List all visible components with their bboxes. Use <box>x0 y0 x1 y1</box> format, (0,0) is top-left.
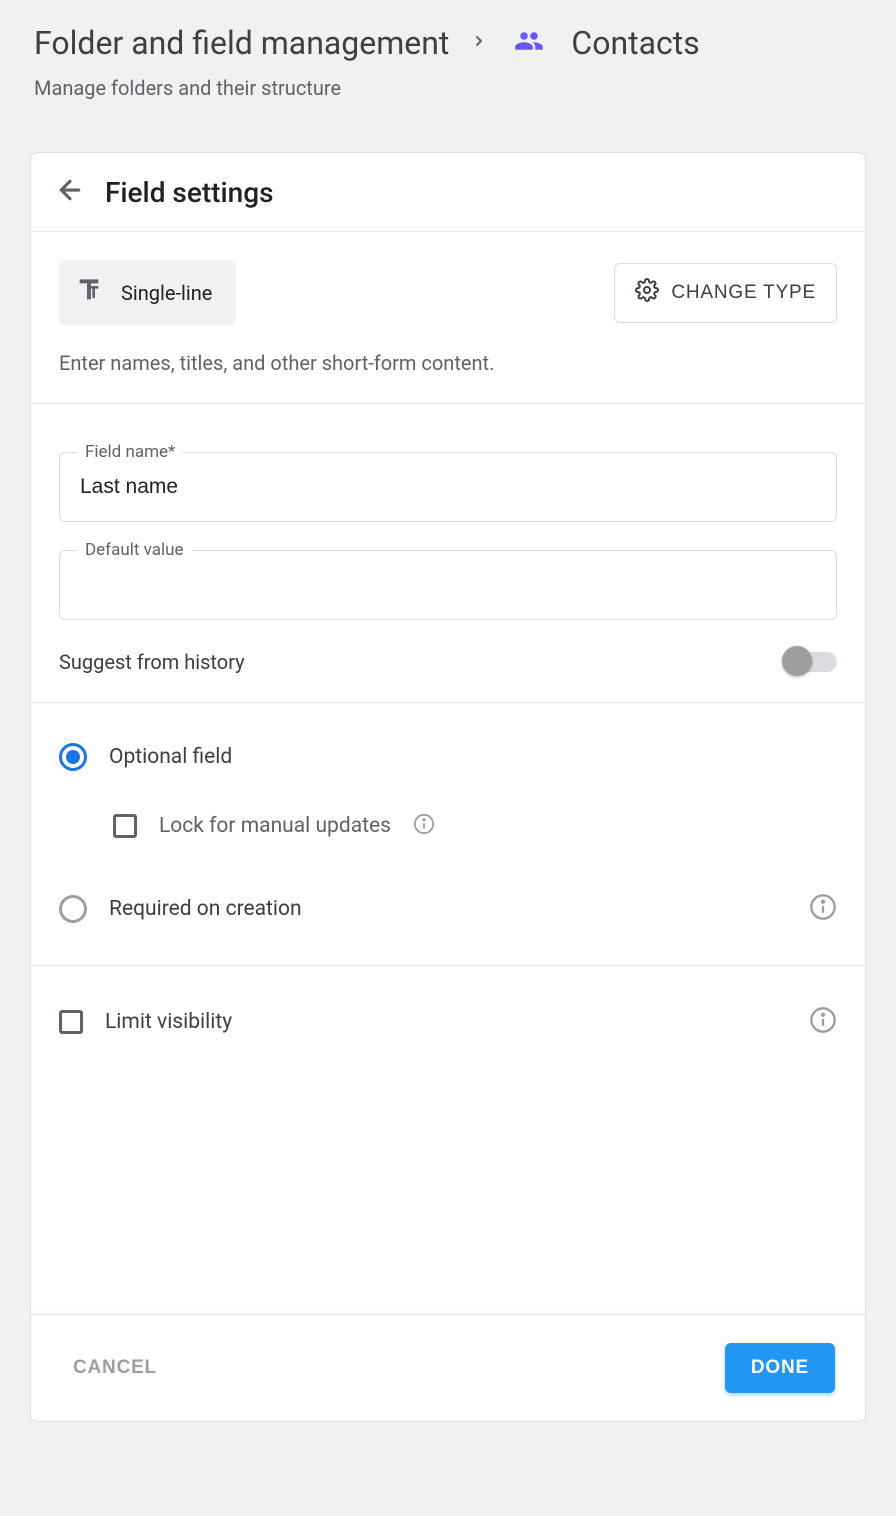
default-value-wrap: Default value <box>59 550 837 620</box>
required-on-creation-label: Required on creation <box>109 897 302 921</box>
default-value-input[interactable] <box>59 550 837 620</box>
optional-field-label: Optional field <box>109 745 232 769</box>
requirement-section: Optional field Lock for manual updates R… <box>31 703 865 966</box>
lock-updates-checkbox[interactable] <box>113 814 137 838</box>
lock-updates-row[interactable]: Lock for manual updates <box>113 801 837 851</box>
optional-field-radio[interactable] <box>59 743 87 771</box>
field-name-wrap: Field name* <box>59 452 837 522</box>
default-value-label: Default value <box>77 540 192 560</box>
back-button[interactable] <box>55 175 85 209</box>
panel-title: Field settings <box>105 176 274 209</box>
suggest-history-toggle[interactable] <box>785 652 837 672</box>
breadcrumb-root[interactable]: Folder and field management <box>34 24 449 62</box>
limit-visibility-row[interactable]: Limit visibility <box>59 994 837 1050</box>
lock-updates-label: Lock for manual updates <box>159 814 391 838</box>
breadcrumb-destination[interactable]: Contacts <box>571 24 699 62</box>
cancel-button[interactable]: CANCEL <box>73 1357 157 1379</box>
limit-visibility-checkbox[interactable] <box>59 1010 83 1034</box>
spacer <box>31 1078 865 1314</box>
form-section: Field name* Default value Suggest from h… <box>31 404 865 703</box>
field-type-label: Single-line <box>121 281 212 305</box>
required-on-creation-radio[interactable] <box>59 895 87 923</box>
type-section: Single-line CHANGE TYPE Enter names, tit… <box>31 232 865 404</box>
type-description: Enter names, titles, and other short-for… <box>59 351 837 375</box>
visibility-section: Limit visibility <box>31 966 865 1078</box>
field-name-label: Field name* <box>77 442 183 462</box>
info-icon[interactable] <box>809 893 837 925</box>
page-subheading: Manage folders and their structure <box>34 76 862 100</box>
optional-field-row[interactable]: Optional field <box>59 731 837 783</box>
breadcrumb: Folder and field management Contacts <box>34 24 862 62</box>
info-icon[interactable] <box>809 1006 837 1038</box>
change-type-label: CHANGE TYPE <box>671 282 816 304</box>
suggest-history-label: Suggest from history <box>59 650 245 674</box>
chevron-right-icon <box>471 29 487 57</box>
field-name-input[interactable] <box>59 452 837 522</box>
toggle-knob <box>782 646 812 676</box>
field-settings-panel: Field settings Single-line CHANGE TYPE E… <box>30 152 866 1422</box>
field-type-chip: Single-line <box>59 260 236 325</box>
suggest-history-row: Suggest from history <box>59 650 837 674</box>
info-icon[interactable] <box>413 813 435 839</box>
text-type-icon <box>73 274 105 311</box>
contacts-icon <box>509 26 549 60</box>
panel-header: Field settings <box>31 153 865 232</box>
done-button[interactable]: DONE <box>725 1343 835 1393</box>
change-type-button[interactable]: CHANGE TYPE <box>614 263 837 323</box>
page-header: Folder and field management Contacts Man… <box>30 20 866 112</box>
panel-footer: CANCEL DONE <box>31 1314 865 1421</box>
limit-visibility-label: Limit visibility <box>105 1010 232 1034</box>
required-on-creation-row[interactable]: Required on creation <box>59 881 837 937</box>
gear-icon <box>635 278 659 308</box>
